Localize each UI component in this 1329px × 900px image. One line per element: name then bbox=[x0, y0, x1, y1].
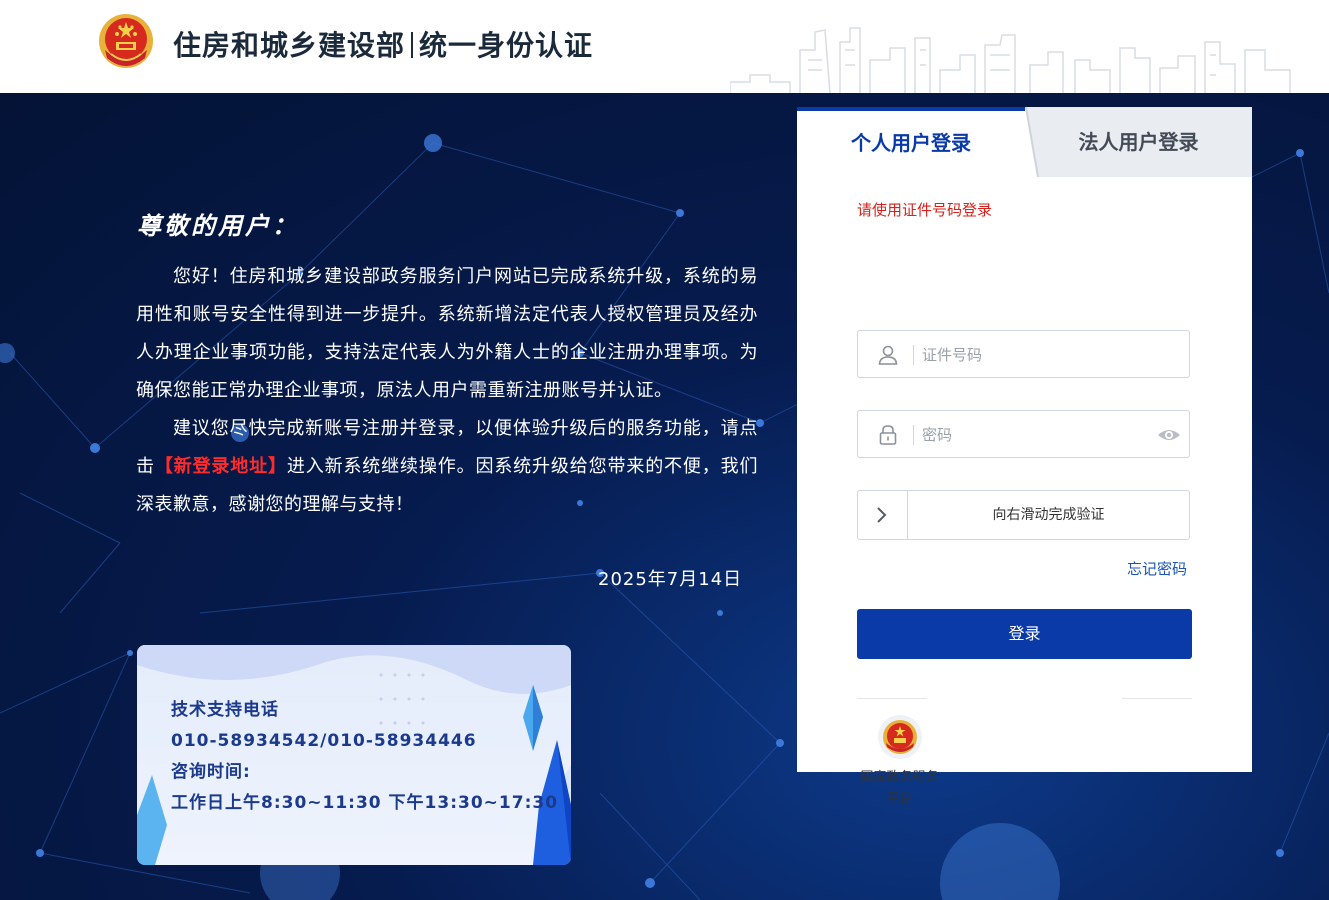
support-phone-label: 技术支持电话 bbox=[171, 700, 279, 720]
header: 住房和城乡建设部 统一身份认证 bbox=[0, 0, 1329, 93]
lock-icon bbox=[879, 425, 897, 445]
tab-legal-label: 法人用户登录 bbox=[1078, 130, 1199, 154]
notice-body: 您好！住房和城乡建设部政务服务门户网站已完成系统升级，系统的易用性和账号安全性得… bbox=[136, 258, 758, 524]
new-login-address-link[interactable]: 【新登录地址】 bbox=[155, 456, 287, 477]
tab-personal-user-login[interactable]: 个人用户登录 bbox=[797, 107, 1025, 177]
gov-service-emblem-icon bbox=[877, 715, 922, 759]
login-button[interactable]: 登录 bbox=[857, 609, 1192, 659]
divider-line-right bbox=[1122, 698, 1192, 699]
notice-paragraph-2: 建议您尽快完成新账号注册并登录，以便体验升级后的服务功能，请点击【新登录地址】进… bbox=[136, 410, 758, 524]
city-skyline-decoration bbox=[730, 27, 1291, 93]
support-hours-label: 咨询时间: bbox=[171, 762, 251, 782]
title-separator bbox=[411, 32, 414, 58]
tab-legal-user-login[interactable]: 法人用户登录 bbox=[1025, 107, 1252, 177]
support-phone-numbers: 010-58934542/010-58934446 bbox=[171, 731, 477, 751]
gov-service-label-line1: 国家政务服务 bbox=[860, 770, 939, 785]
notice-title: 尊敬的用户： bbox=[137, 212, 299, 240]
support-card: 技术支持电话 010-58934542/010-58934446 咨询时间: 工… bbox=[137, 645, 571, 865]
gov-service-label-line2: 平台 bbox=[886, 791, 913, 806]
user-icon bbox=[878, 345, 898, 365]
notice-paragraph-1: 您好！住房和城乡建设部政务服务门户网站已完成系统升级，系统的易用性和账号安全性得… bbox=[136, 266, 758, 401]
field-divider bbox=[913, 425, 914, 445]
password-field bbox=[857, 410, 1190, 458]
login-panel: 法人用户登录 个人用户登录 请使用证件号码登录 证件号码 向右滑动完成验证 忘记… bbox=[797, 107, 1252, 806]
login-hint: 请使用证件号码登录 bbox=[857, 201, 993, 219]
slide-verification: 向右滑动完成验证 bbox=[857, 490, 1190, 540]
national-emblem-icon bbox=[97, 12, 155, 72]
tab-personal-label: 个人用户登录 bbox=[851, 131, 971, 155]
chevron-right-icon bbox=[877, 507, 887, 523]
site-title-ministry: 住房和城乡建设部 bbox=[173, 29, 406, 62]
id-number-input[interactable] bbox=[920, 339, 1154, 371]
national-gov-service-platform-link[interactable]: 国家政务服务 平台 bbox=[852, 715, 947, 809]
password-input[interactable] bbox=[920, 419, 1154, 451]
eye-icon[interactable] bbox=[1156, 423, 1182, 447]
id-number-field bbox=[857, 330, 1190, 378]
slider-handle[interactable] bbox=[858, 491, 908, 539]
site-title: 住房和城乡建设部 统一身份认证 bbox=[173, 24, 593, 64]
site-title-auth: 统一身份认证 bbox=[419, 29, 594, 62]
notice-date: 2025年7月14日 bbox=[598, 569, 743, 590]
forgot-password-link[interactable]: 忘记密码 bbox=[1127, 558, 1187, 579]
support-hours-value: 工作日上午8:30~11:30 下午13:30~17:30 bbox=[171, 793, 559, 813]
divider-line-left bbox=[857, 698, 927, 699]
slider-text: 向右滑动完成验证 bbox=[992, 507, 1105, 523]
gov-service-label: 国家政务服务 平台 bbox=[852, 767, 947, 809]
field-divider bbox=[913, 345, 914, 365]
support-info: 技术支持电话 010-58934542/010-58934446 咨询时间: 工… bbox=[171, 695, 558, 819]
